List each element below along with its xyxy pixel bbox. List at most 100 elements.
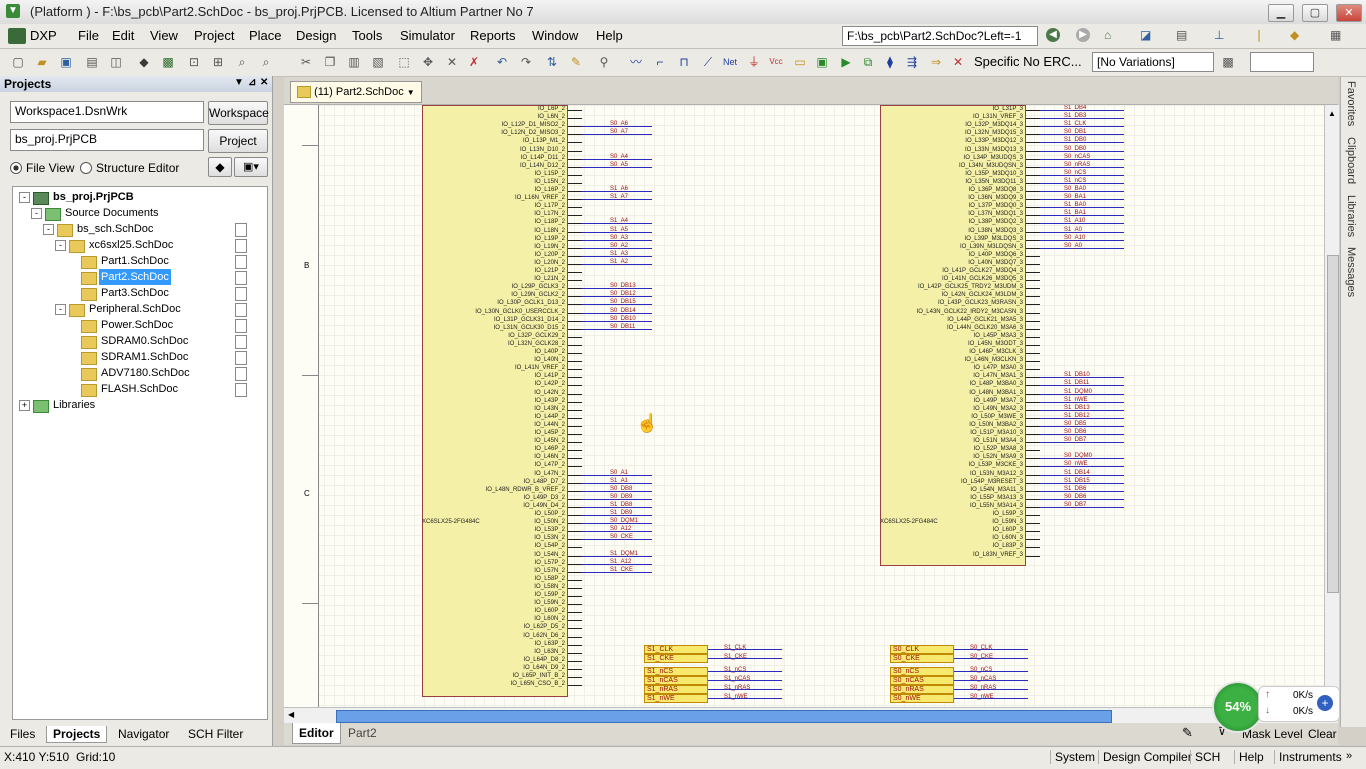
collapse-icon[interactable]: - (43, 224, 54, 235)
clipboard-tab[interactable]: Clipboard (1345, 137, 1357, 184)
part-icon[interactable]: ▭ (792, 54, 808, 70)
connector-port[interactable]: S1_CLK (644, 645, 708, 654)
forward-icon[interactable]: ▶ (1076, 28, 1090, 42)
project-field[interactable]: bs_proj.PrjPCB (10, 129, 204, 151)
status-sch-button[interactable]: SCH (1190, 750, 1224, 764)
horizontal-scrollbar[interactable]: ◀ ▶ (284, 707, 1338, 724)
menu-simulator[interactable]: Simulator (400, 28, 455, 43)
zoom-icon[interactable]: ⌕ (234, 54, 250, 70)
tree-item[interactable]: - Peripheral.SchDoc (13, 301, 265, 317)
collapse-icon[interactable]: - (55, 240, 66, 251)
mask-pen-icon[interactable]: ✎ (1182, 725, 1193, 741)
vcc-icon[interactable]: Vcc (768, 54, 784, 70)
pencil-icon[interactable]: ✎ (568, 54, 584, 70)
vertical-scrollbar[interactable]: ▲ ▼ (1324, 105, 1339, 707)
menu-place[interactable]: Place (249, 28, 282, 43)
panel-pin-icon[interactable]: ⊿ (248, 77, 256, 88)
wire-icon[interactable]: 〰 (628, 54, 644, 70)
panel-close-icon[interactable]: ✕ (260, 77, 268, 88)
gnd-icon[interactable]: ⏚ (746, 54, 762, 70)
menu-reports[interactable]: Reports (470, 28, 516, 43)
connector-port[interactable]: S1_nRAS (644, 685, 708, 694)
save-icon[interactable]: ▣ (58, 54, 74, 70)
bus-entry-icon[interactable]: ⊓ (676, 54, 692, 70)
port-icon[interactable]: ⧫ (882, 54, 898, 70)
menu-dxp[interactable]: DXP (30, 28, 57, 43)
scroll-up-icon[interactable]: ▲ (1328, 109, 1336, 118)
favorites-tab[interactable]: Favorites (1345, 81, 1357, 126)
net-label[interactable]: S0_nRAS (970, 685, 996, 691)
compile-icon[interactable]: ◆ (136, 54, 152, 70)
net-label[interactable]: S1_nRAS (724, 685, 750, 691)
device-sheet-icon[interactable]: ⧉ (860, 54, 876, 70)
menu-edit[interactable]: Edit (112, 28, 134, 43)
preview-icon[interactable]: ◫ (108, 54, 124, 70)
tree-item[interactable]: - bs_sch.SchDoc (13, 221, 265, 237)
address-combo[interactable]: F:\bs_pcb\Part2.SchDoc?Left=-1 (842, 26, 1038, 46)
status-instruments-button[interactable]: Instruments (1274, 750, 1346, 764)
tree-item[interactable]: Part1.SchDoc (13, 253, 265, 269)
menu-project[interactable]: Project (194, 28, 234, 43)
cut-icon[interactable]: ✂ (298, 54, 314, 70)
scroll-left-icon[interactable]: ◀ (288, 710, 294, 719)
net-label[interactable]: S0_nCS (970, 667, 992, 673)
undo-icon[interactable]: ↶ (494, 54, 510, 70)
net-label[interactable]: S1_CKE (724, 654, 747, 660)
add-icon[interactable]: + (1317, 695, 1333, 711)
collapse-icon[interactable]: - (55, 304, 66, 315)
net-label[interactable]: S0_nCAS (970, 676, 996, 682)
close-button[interactable]: ✕ (1336, 4, 1362, 22)
tree-item[interactable]: SDRAM1.SchDoc (13, 349, 265, 365)
back-icon[interactable]: ◀ (1046, 28, 1060, 42)
zoom-area-icon[interactable]: ⊞ (210, 54, 226, 70)
messages-tab[interactable]: Messages (1345, 247, 1357, 297)
down-arrow-icon[interactable]: ⊥ (1214, 28, 1224, 42)
net-label[interactable]: S0_nWE (970, 694, 994, 700)
variations-combo[interactable]: [No Variations] (1092, 52, 1214, 72)
tree-item[interactable]: FLASH.SchDoc (13, 381, 265, 397)
harness-icon[interactable]: ⟋ (700, 54, 716, 70)
net-label-icon[interactable]: Net (722, 54, 738, 70)
net-label[interactable]: S0_CLK (970, 645, 992, 651)
board-icon[interactable]: ▩ (160, 54, 176, 70)
menu-help[interactable]: Help (596, 28, 623, 43)
structure-editor-radio[interactable] (80, 162, 92, 174)
connector-port[interactable]: S1_CKE (644, 654, 708, 663)
bus-icon[interactable]: ⌐ (652, 54, 668, 70)
status-design-compiler-button[interactable]: Design Compiler (1098, 750, 1196, 764)
sheet-entry-icon[interactable]: ▶ (838, 54, 854, 70)
tree-item[interactable]: SDRAM0.SchDoc (13, 333, 265, 349)
status-help-button[interactable]: Help (1234, 750, 1268, 764)
workspace-button[interactable]: Workspace (208, 101, 269, 125)
variant-icon[interactable]: ▩ (1220, 54, 1236, 70)
open-icon[interactable]: ▰ (34, 54, 50, 70)
maximize-button[interactable]: ▢ (1302, 4, 1328, 22)
net-label[interactable]: S0_CKE (970, 654, 993, 660)
no-erc-icon[interactable]: ✕ (950, 54, 966, 70)
connector-port[interactable]: S1_nCAS (644, 676, 708, 685)
connector-port[interactable]: S0_nRAS (890, 685, 954, 694)
editor-tab-part2[interactable]: Part2 (342, 723, 383, 743)
move-icon[interactable]: ✥ (420, 54, 436, 70)
schematic-canvas[interactable]: B C XC6SLX25-2FG484C XC6SLX25-2FG484C IO… (284, 105, 1324, 707)
menu-view[interactable]: View (150, 28, 178, 43)
print-doc-icon[interactable]: ▤ (84, 54, 100, 70)
menu-design[interactable]: Design (296, 28, 336, 43)
clear-button[interactable]: Clear (1308, 727, 1337, 741)
home-icon[interactable]: ⌂ (1104, 28, 1111, 42)
cross-select-icon[interactable]: ✕ (444, 54, 460, 70)
net-label[interactable]: S1_CLK (724, 645, 746, 651)
panel-tab-projects[interactable]: Projects (46, 726, 108, 743)
collapse-icon[interactable]: - (31, 208, 42, 219)
tree-item[interactable]: - bs_proj.PrjPCB (13, 189, 265, 205)
tree-item[interactable]: + Libraries (13, 397, 265, 413)
tree-item[interactable]: - xc6sxl25.SchDoc (13, 237, 265, 253)
tree-item[interactable]: Part2.SchDoc (13, 269, 265, 285)
connector-port[interactable]: S0_nCS (890, 667, 954, 676)
menu-file[interactable]: File (78, 28, 99, 43)
panel-menu-icon[interactable]: ▼ (234, 77, 244, 88)
status-system-button[interactable]: System (1050, 750, 1099, 764)
panel-tab-navigator[interactable]: Navigator (112, 726, 175, 742)
connector-port[interactable]: S0_nCAS (890, 676, 954, 685)
rubber-stamp-icon[interactable]: ▧ (370, 54, 386, 70)
